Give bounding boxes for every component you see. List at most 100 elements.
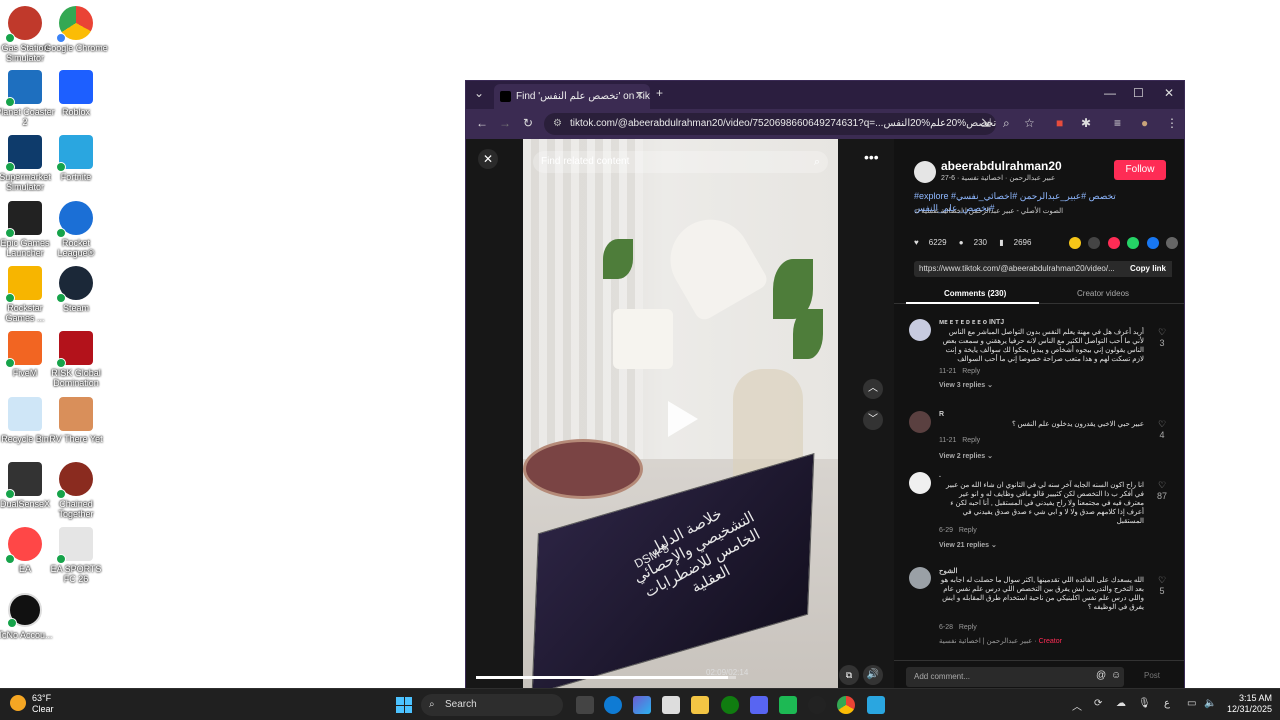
comment-like[interactable]: ♡ 87: [1155, 480, 1169, 501]
search-icon[interactable]: ⌕: [814, 151, 820, 173]
find-related-search[interactable]: Find related content ⌕: [533, 151, 828, 173]
post-button[interactable]: Post: [1144, 671, 1160, 680]
start-button-icon[interactable]: [396, 697, 412, 713]
tab-tiktok[interactable]: Find 'تخصص علم النفس' on Tik ✕: [494, 84, 650, 109]
back-icon[interactable]: ←: [476, 116, 488, 130]
volume-tray-icon[interactable]: 🔈: [1204, 698, 1216, 709]
desktop-icon-chrome[interactable]: Google Chrome: [44, 6, 108, 53]
copilot-icon[interactable]: [633, 696, 651, 714]
previous-video-icon[interactable]: ︿: [863, 379, 883, 399]
url-input[interactable]: ⚙ tiktok.com/@abeerabdulrahman20/video/7…: [544, 113, 996, 135]
install-app-icon[interactable]: ⇲: [981, 116, 991, 130]
desktop-icon-rv-there-yet[interactable]: RV There Yet: [44, 397, 108, 444]
weather-widget[interactable]: 63°F Clear: [10, 693, 54, 715]
file-explorer-icon[interactable]: [691, 696, 709, 714]
creator-reply[interactable]: عبير عبدالرحمن | اخصائية نفسية · Creator: [939, 637, 1062, 645]
microphone-icon[interactable]: 🎙: [1138, 698, 1151, 709]
desktop-icon-roblox[interactable]: Roblox: [44, 70, 108, 117]
tray-overflow-icon[interactable]: ︿: [1072, 698, 1082, 713]
video-frame[interactable]: خلاصة الدليل التشخيصي والإحصائي الخامس ل…: [523, 139, 838, 691]
tray-app-icon[interactable]: ⟳: [1094, 698, 1102, 709]
volume-icon[interactable]: 🔊: [863, 665, 883, 685]
commenter-avatar[interactable]: [909, 319, 931, 341]
reply-link[interactable]: Reply: [962, 368, 980, 375]
chrome-taskbar-icon[interactable]: [837, 696, 855, 714]
more-options-icon[interactable]: •••: [864, 149, 879, 165]
zoom-icon[interactable]: ⌕: [1003, 116, 1010, 131]
next-video-icon[interactable]: ﹀: [863, 410, 883, 430]
view-replies-link[interactable]: View 21 replies ⌄: [939, 541, 997, 549]
comment-icon[interactable]: ●: [959, 238, 964, 247]
language-icon[interactable]: ع: [1164, 698, 1170, 709]
maximize-icon[interactable]: ☐: [1133, 86, 1144, 100]
emoji-icon[interactable]: ☺: [1111, 670, 1121, 681]
desktop-icon-tcno[interactable]: TcNo Accou...: [0, 593, 57, 640]
play-icon[interactable]: [668, 401, 698, 437]
profile-avatar-icon[interactable]: ●: [1141, 116, 1148, 130]
taskbar-search[interactable]: ⌕ Search: [421, 694, 563, 716]
commenter-name[interactable]: الشوح: [939, 567, 957, 575]
bookmark-star-icon[interactable]: ☆: [1024, 116, 1035, 130]
facebook-icon[interactable]: [1146, 237, 1159, 249]
reply-link[interactable]: Reply: [962, 437, 980, 444]
heart-icon[interactable]: ♡: [1158, 419, 1166, 429]
desktop-icon-fortnite[interactable]: Fortnite: [44, 135, 108, 182]
tab-creator-videos[interactable]: Creator videos: [1077, 289, 1129, 298]
close-window-icon[interactable]: ✕: [1164, 86, 1174, 100]
clock[interactable]: 3:15 AM 12/31/2025: [1224, 693, 1272, 715]
view-replies-link[interactable]: View 3 replies ⌄: [939, 381, 993, 389]
friends-icon[interactable]: [1107, 237, 1120, 249]
tab-list-icon[interactable]: ⌄: [474, 86, 484, 100]
bookmark-icon[interactable]: ▮: [999, 238, 1003, 247]
minimize-icon[interactable]: —: [1104, 86, 1116, 100]
whatsapp-icon[interactable]: [1127, 237, 1140, 249]
creator-username[interactable]: abeerabdulrahman20: [941, 159, 1062, 173]
forward-icon[interactable]: →: [499, 116, 511, 130]
heart-icon[interactable]: ♡: [1158, 480, 1166, 490]
commenter-name[interactable]: .: [939, 472, 941, 479]
add-comment-input[interactable]: Add comment...: [906, 667, 1124, 687]
commenter-avatar[interactable]: [909, 472, 931, 494]
extensions-puzzle-icon[interactable]: ✱: [1081, 116, 1091, 130]
discord-icon[interactable]: [750, 696, 768, 714]
store-icon[interactable]: [662, 696, 680, 714]
video-progress-bar[interactable]: [476, 676, 736, 679]
comment-like[interactable]: ♡ 3: [1155, 327, 1169, 348]
reload-icon[interactable]: ↻: [523, 116, 533, 130]
desktop-icon-rocket-league[interactable]: Rocket League®: [44, 201, 108, 258]
desktop-icon-ea-fc26[interactable]: EA SPORTS FC 26: [44, 527, 108, 584]
desktop-icon-risk[interactable]: RISK Global Domination: [44, 331, 108, 388]
edge-icon[interactable]: [604, 696, 622, 714]
site-info-icon[interactable]: ⚙: [553, 113, 562, 135]
desktop-icon-chained-together[interactable]: Chained Together: [44, 462, 108, 519]
new-tab-icon[interactable]: +: [656, 86, 663, 100]
comment-like[interactable]: ♡ 5: [1155, 575, 1169, 596]
spotify-icon[interactable]: [779, 696, 797, 714]
close-tab-icon[interactable]: ✕: [635, 84, 644, 109]
comment-like[interactable]: ♡ 4: [1155, 419, 1169, 440]
view-replies-link[interactable]: View 2 replies ⌄: [939, 452, 993, 460]
tab-comments[interactable]: Comments (230): [944, 289, 1006, 298]
heart-icon[interactable]: ♡: [1158, 575, 1166, 585]
mention-icon[interactable]: @: [1096, 670, 1106, 681]
desktop-icon-steam[interactable]: Steam: [44, 266, 108, 313]
like-icon[interactable]: ♥: [914, 238, 919, 247]
onedrive-icon[interactable]: ☁: [1116, 698, 1126, 709]
post-music[interactable]: ♫ الصوت الأصلي - عبير عبدالرحمن | اخصائي…: [914, 207, 1063, 215]
media-control-icon[interactable]: ≡: [1114, 116, 1121, 130]
heart-icon[interactable]: ♡: [1158, 327, 1166, 337]
commenter-avatar[interactable]: [909, 567, 931, 589]
task-view-icon[interactable]: [576, 696, 594, 714]
extension-icon[interactable]: ■: [1056, 116, 1063, 130]
embed-icon[interactable]: [1088, 237, 1101, 249]
commenter-avatar[interactable]: [909, 411, 931, 433]
follow-button[interactable]: Follow: [1114, 160, 1166, 180]
fortnite-taskbar-icon[interactable]: [867, 696, 885, 714]
share-icon[interactable]: [1166, 237, 1179, 249]
browser-menu-icon[interactable]: ⋮: [1166, 116, 1178, 130]
close-player-icon[interactable]: ✕: [478, 149, 498, 169]
copy-link-button[interactable]: Copy link: [1124, 261, 1173, 277]
commenter-name[interactable]: ᴍᴇ ᴇ ᴛ ᴇ ᴅ ᴇ ᴇ ᴏ INTJ: [939, 319, 1004, 326]
creator-avatar[interactable]: [914, 161, 936, 183]
reply-link[interactable]: Reply: [959, 527, 977, 534]
